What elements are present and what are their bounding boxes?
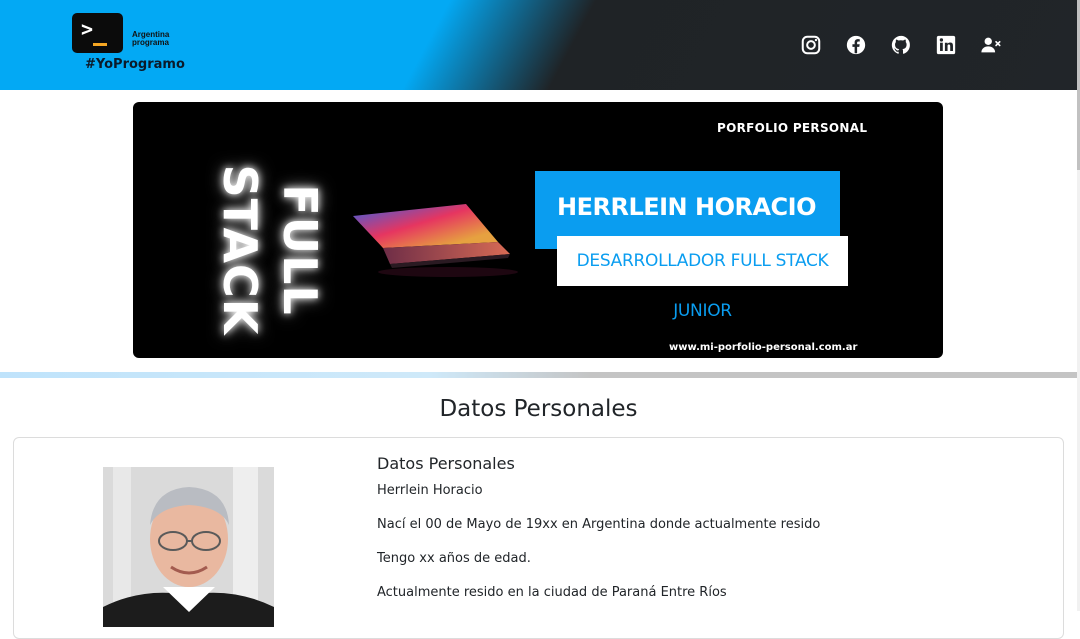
- banner-url: www.mi-porfolio-personal.com.ar: [669, 342, 858, 353]
- linkedin-icon[interactable]: [935, 34, 957, 56]
- profile-photo: [103, 467, 274, 627]
- github-icon[interactable]: [890, 34, 912, 56]
- logo-text: Argentina programa: [132, 30, 170, 47]
- logout-user-icon[interactable]: [980, 34, 1002, 56]
- info-residence: Actualmente resido en la ciudad de Paran…: [377, 585, 727, 600]
- banner-side-text: FULL STACK: [213, 164, 327, 336]
- hero-banner: FULL STACK PORFOLIO PERSONAL HERRLEIN HO…: [133, 102, 943, 358]
- section-title: Datos Personales: [439, 396, 638, 422]
- instagram-icon[interactable]: [800, 34, 822, 56]
- hashtag: #YoProgramo: [85, 57, 185, 72]
- laptop-image: [353, 204, 518, 277]
- banner-role: DESARROLLADOR FULL STACK JUNIOR: [576, 251, 829, 321]
- info-name: Herrlein Horacio: [377, 483, 483, 498]
- header: > Argentina programa #YoProgramo: [0, 0, 1077, 90]
- card-title: Datos Personales: [377, 454, 515, 473]
- info-age: Tengo xx años de edad.: [377, 551, 531, 566]
- section-divider: [0, 372, 1077, 378]
- banner-name: HERRLEIN HORACIO: [557, 193, 817, 221]
- terminal-logo-icon[interactable]: >: [72, 13, 123, 53]
- banner-tagline: PORFOLIO PERSONAL: [717, 121, 868, 135]
- info-birth: Nací el 00 de Mayo de 19xx en Argentina …: [377, 517, 821, 532]
- facebook-icon[interactable]: [845, 34, 867, 56]
